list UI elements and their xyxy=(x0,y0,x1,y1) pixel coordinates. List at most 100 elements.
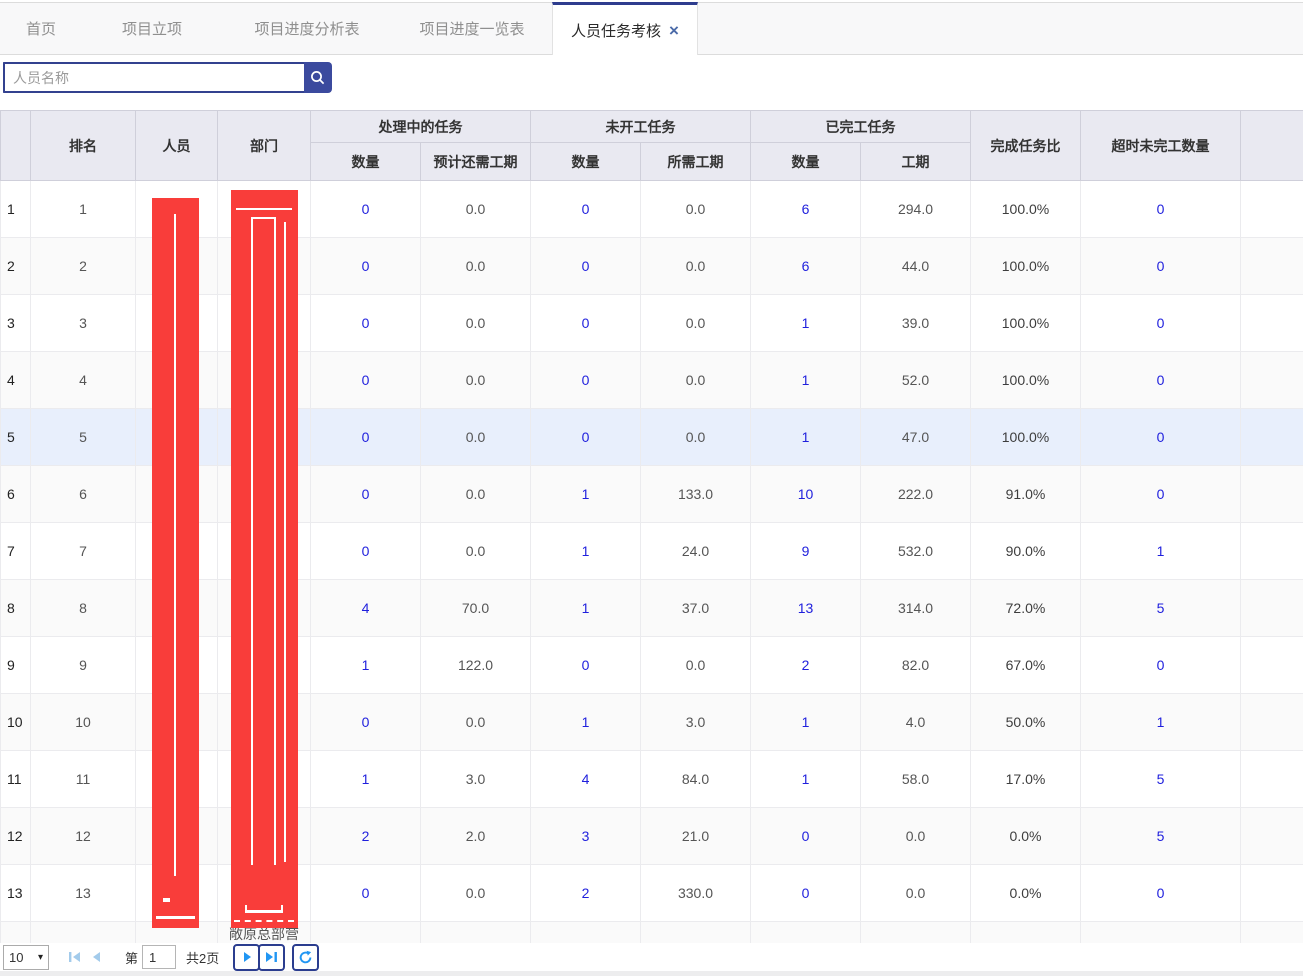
cell-overtime-count[interactable]: 0 xyxy=(1081,865,1241,922)
cell-overtime-count[interactable]: 0 xyxy=(1081,295,1241,352)
cell-processing-count[interactable]: 0 xyxy=(311,352,421,409)
cell-processing-count[interactable]: 0 xyxy=(311,181,421,238)
cell-processing-count[interactable]: 0 xyxy=(311,409,421,466)
cell-processing-count[interactable]: 0 xyxy=(311,523,421,580)
cell-rank: 9 xyxy=(31,637,136,694)
page-number-input[interactable] xyxy=(142,945,176,969)
row-index: 12 xyxy=(1,808,31,865)
cell-overtime-count[interactable]: 0 xyxy=(1081,352,1241,409)
page-size-value: 10 xyxy=(9,950,23,965)
cell-processing-remaining: 2.0 xyxy=(421,808,531,865)
cell-completed-count[interactable]: 0 xyxy=(751,865,861,922)
cell-overtime-count[interactable]: 0 xyxy=(1081,409,1241,466)
cell-processing-count[interactable]: 2 xyxy=(311,808,421,865)
header-notstarted-duration: 所需工期 xyxy=(641,143,751,181)
cell-notstarted-count[interactable]: 0 xyxy=(531,637,641,694)
cell-completion-ratio: 0.0% xyxy=(971,808,1081,865)
cell-notstarted-duration: 330.0 xyxy=(641,865,751,922)
cell-overtime-count[interactable]: 5 xyxy=(1081,580,1241,637)
cell-notstarted-count[interactable]: 0 xyxy=(531,181,641,238)
cell-notstarted-count[interactable]: 0 xyxy=(531,295,641,352)
cell-processing-count[interactable]: 1 xyxy=(311,637,421,694)
cell-completed-count[interactable]: 1 xyxy=(751,751,861,808)
previous-page-icon[interactable] xyxy=(85,946,107,968)
close-icon[interactable]: × xyxy=(669,22,679,39)
cell-completed-count[interactable]: 1 xyxy=(751,694,861,751)
cell-processing-count[interactable]: 0 xyxy=(311,295,421,352)
cell-completion-ratio: 100.0% xyxy=(971,295,1081,352)
next-page-icon xyxy=(240,950,254,964)
cell-overtime-count[interactable]: 0 xyxy=(1081,238,1241,295)
cell-completed-duration: 39.0 xyxy=(861,295,971,352)
header-overtime: 超时未完工数量 xyxy=(1081,111,1241,181)
cell-notstarted-count[interactable]: 1 xyxy=(531,466,641,523)
cell-processing-count[interactable]: 0 xyxy=(311,238,421,295)
tab-project-progress-overview[interactable]: 项目进度一览表 xyxy=(392,3,552,54)
refresh-button[interactable] xyxy=(292,944,319,971)
cell-processing-count[interactable]: 0 xyxy=(311,865,421,922)
tab-project-progress-analysis[interactable]: 项目进度分析表 xyxy=(222,3,392,54)
cell-completed-count[interactable]: 2 xyxy=(751,637,861,694)
cell-processing-count[interactable]: 0 xyxy=(311,466,421,523)
cell-notstarted-count[interactable]: 3 xyxy=(531,808,641,865)
cell-processing-count[interactable]: 0 xyxy=(311,694,421,751)
cell-notstarted-duration: 37.0 xyxy=(641,580,751,637)
cell-completion-ratio: 50.0% xyxy=(971,694,1081,751)
cell-overtime-count[interactable]: 0 xyxy=(1081,637,1241,694)
tab-home[interactable]: 首页 xyxy=(0,3,82,54)
cell-completed-count[interactable]: 10 xyxy=(751,466,861,523)
page: 首页 项目立项 项目进度分析表 项目进度一览表 人员任务考核 × xyxy=(0,0,1303,976)
cell-notstarted-count[interactable]: 1 xyxy=(531,580,641,637)
cell-overtime-count[interactable]: 0 xyxy=(1081,181,1241,238)
cell-completed-count[interactable]: 9 xyxy=(751,523,861,580)
cell-notstarted-duration: 21.0 xyxy=(641,808,751,865)
cell-rank: 2 xyxy=(31,238,136,295)
cell-notstarted-count[interactable]: 1 xyxy=(531,694,641,751)
cell-completed-count[interactable]: 1 xyxy=(751,295,861,352)
cell-filler xyxy=(1241,523,1303,580)
first-page-icon[interactable] xyxy=(63,946,85,968)
cell-completed-duration: 222.0 xyxy=(861,466,971,523)
cell-notstarted-count[interactable]: 0 xyxy=(531,238,641,295)
cell-overtime-count[interactable]: 0 xyxy=(1081,466,1241,523)
cell-completed-count[interactable]: 0 xyxy=(751,808,861,865)
last-page-button[interactable] xyxy=(258,944,285,971)
refresh-icon xyxy=(298,950,313,965)
cell-processing-count[interactable]: 1 xyxy=(311,751,421,808)
next-page-button[interactable] xyxy=(233,944,260,971)
tab-personnel-task-assessment[interactable]: 人员任务考核 × xyxy=(552,2,698,55)
cell-notstarted-count[interactable]: 0 xyxy=(531,352,641,409)
search-button[interactable] xyxy=(304,62,332,93)
cell-processing-remaining: 0.0 xyxy=(421,523,531,580)
cell-notstarted-duration: 0.0 xyxy=(641,295,751,352)
cell-overtime-count[interactable]: 1 xyxy=(1081,523,1241,580)
cell-completed-count[interactable]: 13 xyxy=(751,580,861,637)
cell-overtime-count[interactable]: 5 xyxy=(1081,751,1241,808)
table-header: 排名 人员 部门 处理中的任务 未开工任务 已完工任务 完成任务比 超时未完工数… xyxy=(1,111,1303,181)
cell-processing-remaining: 122.0 xyxy=(421,637,531,694)
cell-completed-count[interactable]: 6 xyxy=(751,181,861,238)
cell-completed-count[interactable]: 1 xyxy=(751,352,861,409)
cell-completion-ratio: 0.0% xyxy=(971,865,1081,922)
page-size-select[interactable]: 10 ▾ xyxy=(3,945,49,970)
search-input[interactable] xyxy=(3,62,304,93)
cell-processing-count[interactable]: 4 xyxy=(311,580,421,637)
cell-rank: 3 xyxy=(31,295,136,352)
cell-overtime-count[interactable]: 1 xyxy=(1081,694,1241,751)
cell-completed-count[interactable]: 6 xyxy=(751,238,861,295)
tab-project-initiation[interactable]: 项目立项 xyxy=(82,3,222,54)
cell-notstarted-count[interactable]: 2 xyxy=(531,865,641,922)
cell-completed-count[interactable]: 1 xyxy=(751,409,861,466)
cell-overtime-count[interactable]: 5 xyxy=(1081,808,1241,865)
cell-overtime-count xyxy=(1081,922,1241,944)
cell-rank: 6 xyxy=(31,466,136,523)
cell-completed-duration: 4.0 xyxy=(861,694,971,751)
row-index: 3 xyxy=(1,295,31,352)
cell-notstarted-count[interactable]: 0 xyxy=(531,409,641,466)
cell-notstarted-count[interactable]: 1 xyxy=(531,523,641,580)
cell-filler xyxy=(1241,238,1303,295)
cell-notstarted-count[interactable]: 4 xyxy=(531,751,641,808)
cell-rank: 12 xyxy=(31,808,136,865)
cell-notstarted-duration: 3.0 xyxy=(641,694,751,751)
cell-processing-remaining: 3.0 xyxy=(421,751,531,808)
